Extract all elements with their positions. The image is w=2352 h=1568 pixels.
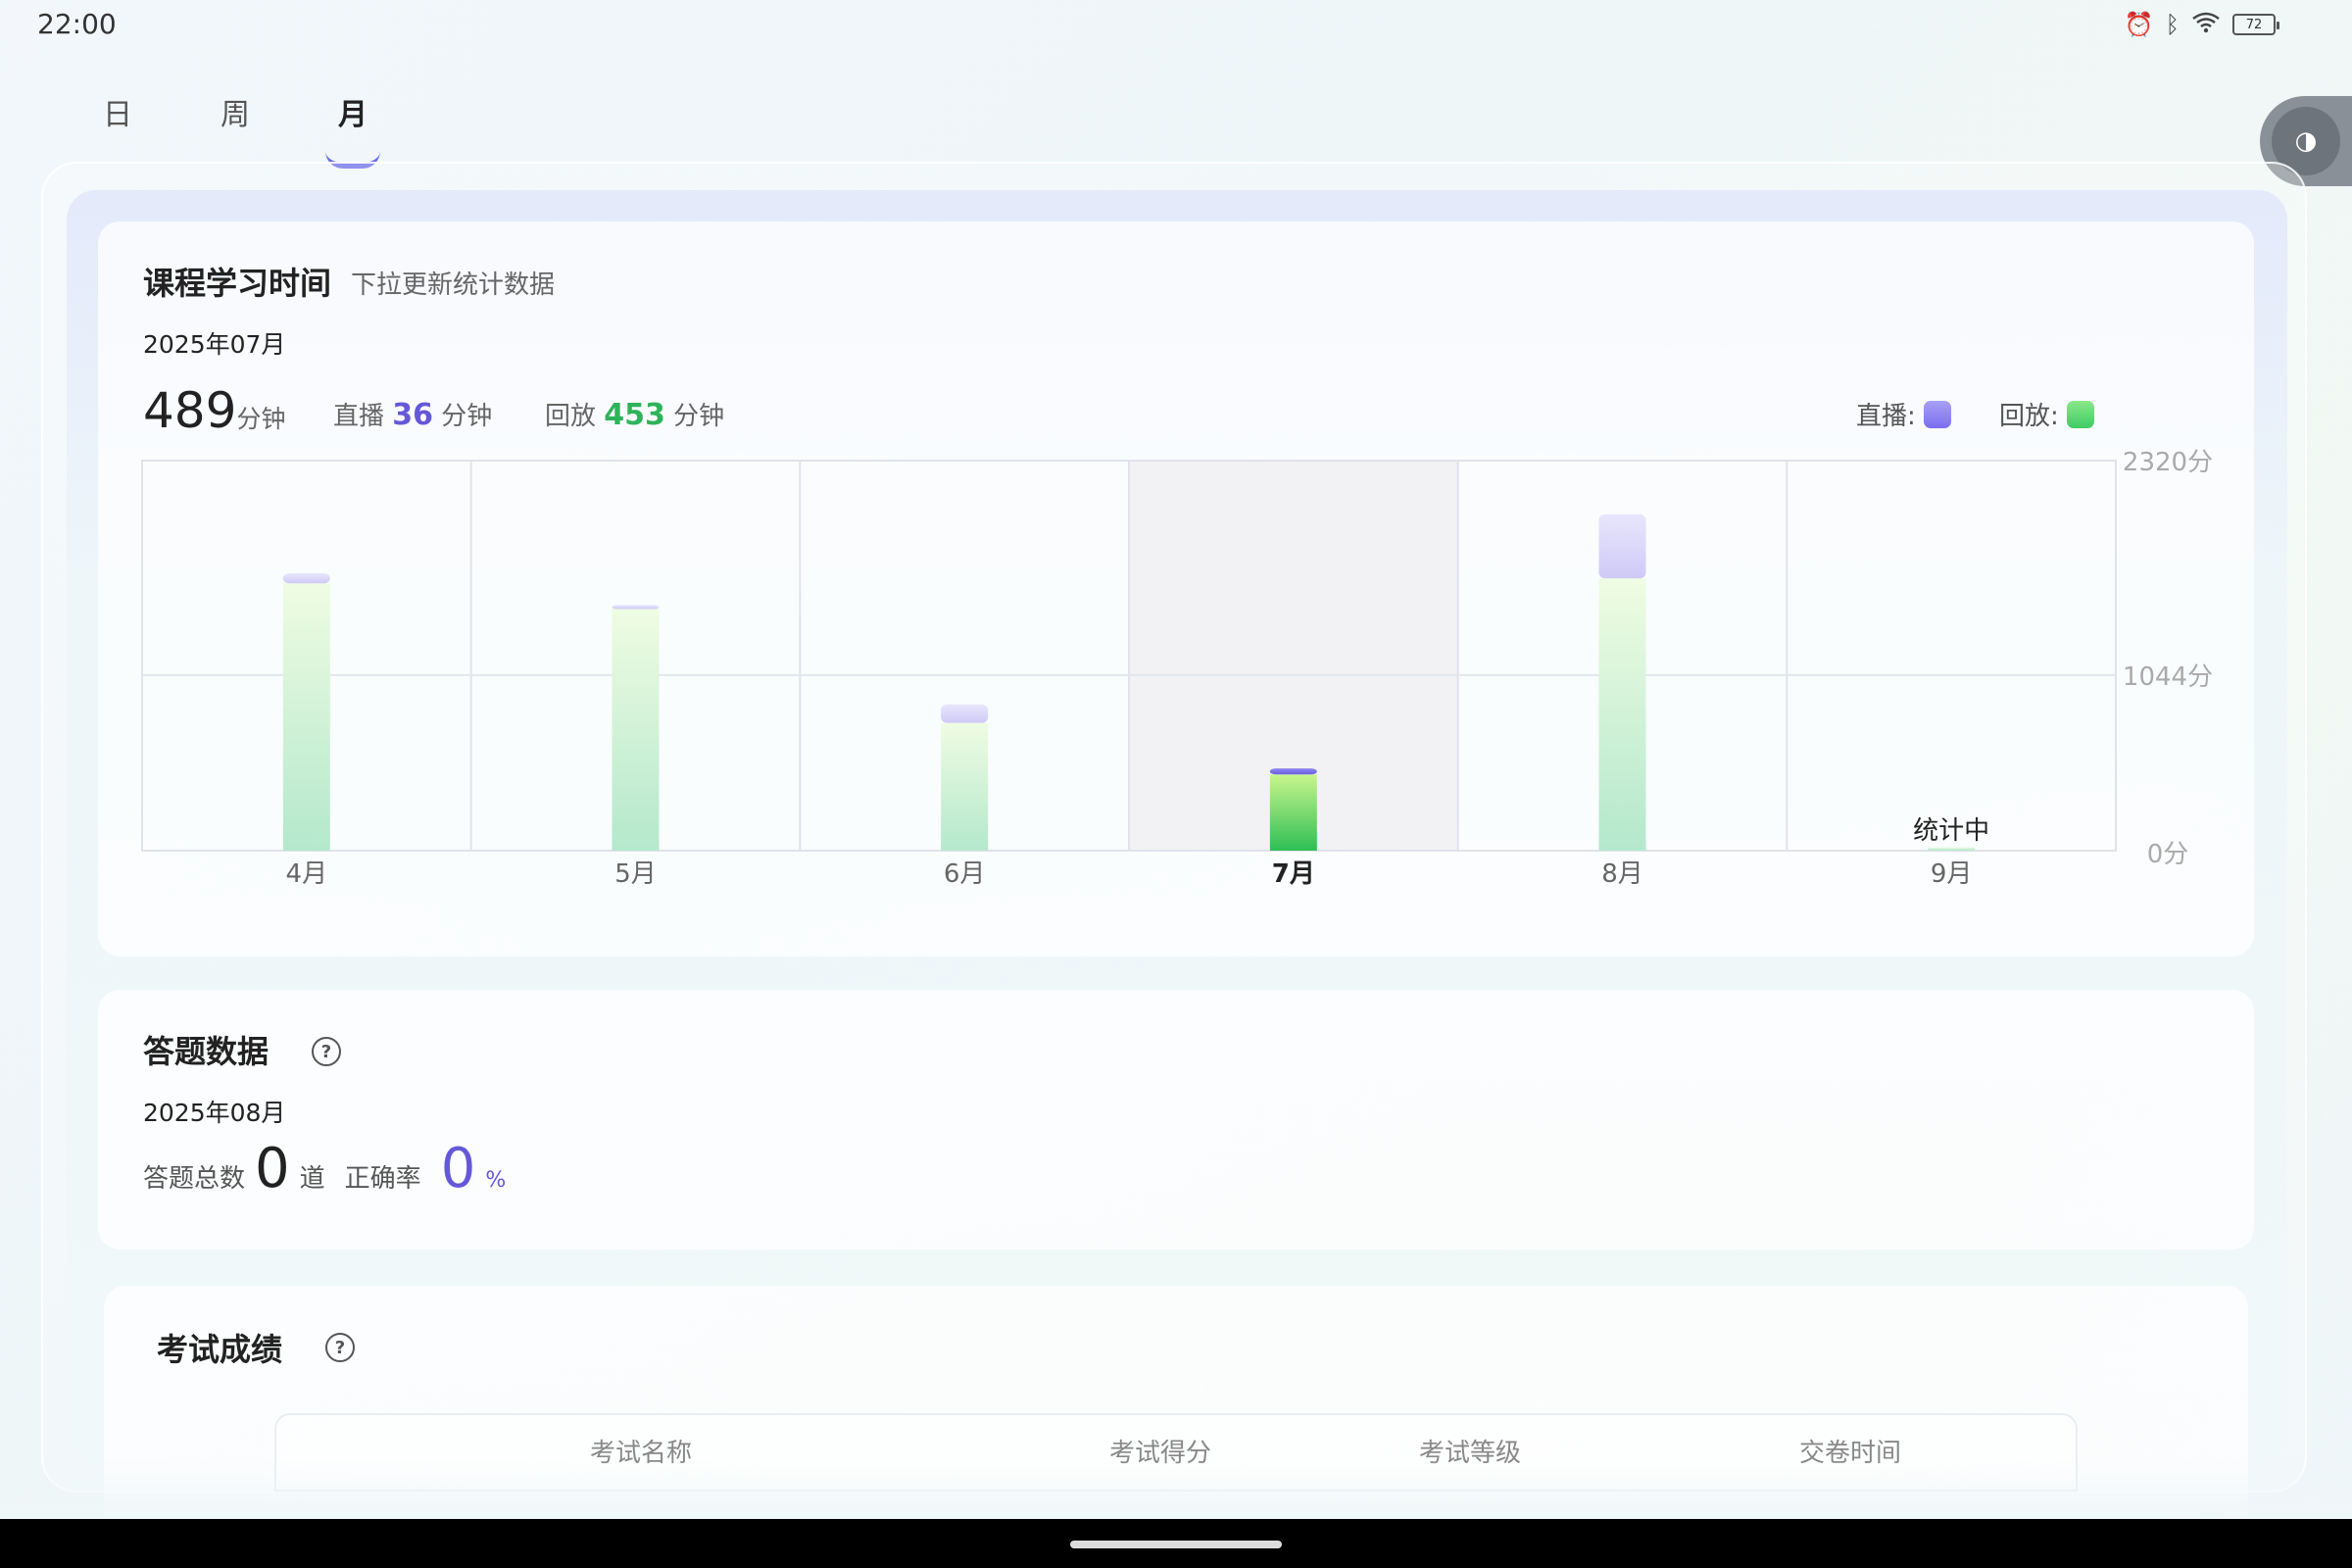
period-tabs: 日 周 月: [59, 90, 412, 133]
answers-total-unit: 道: [299, 1164, 325, 1194]
exams-title: 考试成绩: [157, 1331, 283, 1368]
accuracy-unit: %: [485, 1168, 507, 1193]
answers-title: 答题数据: [143, 1033, 270, 1070]
bar-replay: [1928, 847, 1976, 851]
bar-live: [1269, 768, 1317, 775]
x-tick-label: 5月: [614, 859, 657, 889]
answers-stats: 答题总数 0 道 正确率 0 %: [143, 1137, 506, 1200]
tab-day[interactable]: 日: [59, 90, 176, 133]
accuracy-value: 0: [440, 1137, 476, 1200]
x-tick-label: 8月: [1601, 859, 1643, 889]
navigation-bar: [0, 1519, 2352, 1568]
bluetooth-icon: ᛒ: [2165, 11, 2180, 38]
bar-replay: [1598, 578, 1646, 851]
bar-replay: [612, 608, 660, 851]
bottom-fade: [0, 1460, 2352, 1519]
study-time-chart: 0分 1044分 2320分 4月 5月 6月 7月 8月 9月 统计中: [141, 448, 2213, 889]
bar-live: [1598, 514, 1646, 579]
tab-month[interactable]: 月: [294, 90, 412, 133]
home-handle[interactable]: [1070, 1541, 1282, 1548]
answers-card: 答题数据 ? 2025年08月 答题总数 0 道 正确率 0 %: [98, 990, 2254, 1250]
bar-replay: [1269, 774, 1317, 851]
x-tick-label: 6月: [944, 859, 986, 889]
battery-icon: 72: [2232, 14, 2279, 35]
bar-live: [612, 605, 660, 610]
y-tick-label: 1044分: [2123, 662, 2213, 692]
x-tick-label: 9月: [1931, 859, 1973, 889]
answers-total-value: 0: [255, 1137, 290, 1200]
wifi-icon: [2191, 10, 2221, 39]
status-time: 22:00: [37, 8, 117, 40]
answers-total-label: 答题总数: [143, 1164, 246, 1194]
study-time-card: 课程学习时间 下拉更新统计数据 2025年07月 489分钟 直播 36 分钟 …: [98, 221, 2254, 956]
x-tick-label: 7月: [1272, 859, 1315, 889]
bar-live: [941, 704, 989, 723]
accuracy-label: 正确率: [344, 1164, 421, 1194]
bar-live: [282, 572, 330, 584]
y-tick-label: 0分: [2147, 840, 2189, 869]
exams-help-icon[interactable]: ?: [325, 1333, 355, 1362]
bar-annotation: 统计中: [1913, 816, 1989, 846]
status-icons: ⏰ ᛒ 72: [2124, 10, 2279, 39]
bar-replay: [941, 722, 989, 851]
bar-replay: [282, 583, 330, 851]
answers-help-icon[interactable]: ?: [312, 1037, 341, 1066]
y-tick-label: 2320分: [2123, 448, 2213, 477]
answers-month: 2025年08月: [143, 1099, 286, 1127]
alarm-icon: ⏰: [2124, 11, 2154, 38]
tab-week[interactable]: 周: [176, 90, 294, 133]
x-tick-label: 4月: [286, 859, 328, 889]
